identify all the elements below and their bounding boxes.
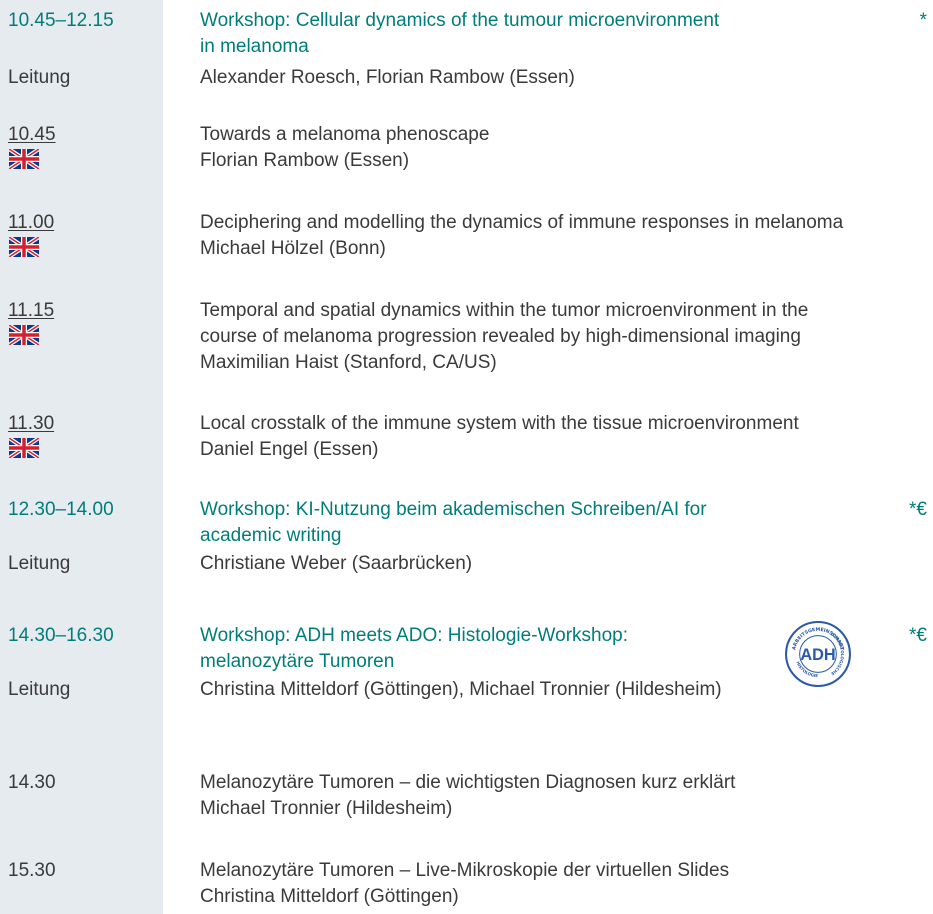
talk-time: 14.30 (8, 772, 56, 793)
uk-flag-icon (9, 438, 39, 458)
uk-flag-icon (9, 325, 39, 345)
session-title: Workshop: ADH meets ADO: Histologie-Work… (200, 625, 629, 646)
talk-title: Temporal and spatial dynamics within the… (200, 300, 809, 321)
session-marker: * (919, 10, 927, 31)
session-title: Workshop: KI-Nutzung beim akademischen S… (200, 499, 707, 520)
talk-time: 11.00 (8, 212, 55, 233)
lead-label: Leitung (8, 679, 71, 700)
talk-title: Local crosstalk of the immune system wit… (200, 413, 799, 434)
talk-time: 11.30 (8, 413, 55, 434)
talk-title: Melanozytäre Tumoren – Live-Mikroskopie … (200, 860, 730, 881)
uk-flag-icon (9, 237, 39, 257)
session-title-continued: melanozytäre Tumoren (200, 651, 395, 672)
talk-speaker: Florian Rambow (Essen) (200, 150, 410, 171)
talk-time: 15.30 (8, 860, 56, 881)
lead-label: Leitung (8, 67, 71, 88)
session-time: 14.30–16.30 (8, 625, 114, 646)
session-marker: *€ (909, 625, 927, 646)
talk-title: Melanozytäre Tumoren – die wichtigsten D… (200, 772, 736, 793)
session-time: 12.30–14.00 (8, 499, 114, 520)
talk-time: 11.15 (8, 300, 55, 321)
lead-names: Christina Mitteldorf (Göttingen), Michae… (200, 679, 722, 700)
session-title: Workshop: Cellular dynamics of the tumou… (200, 10, 720, 31)
lead-names: Alexander Roesch, Florian Rambow (Essen) (200, 67, 575, 88)
talk-speaker: Michael Tronnier (Hildesheim) (200, 798, 453, 819)
session-title-continued: academic writing (200, 525, 342, 546)
talk-title: Towards a melanoma phenoscape (200, 124, 490, 145)
talk-speaker: Michael Hölzel (Bonn) (200, 238, 386, 259)
uk-flag-icon (9, 149, 39, 169)
talk-time: 10.45 (8, 124, 56, 145)
logo-center-text: ADH (800, 646, 835, 664)
talk-speaker: Daniel Engel (Essen) (200, 439, 379, 460)
talk-title-continued: course of melanoma progression revealed … (200, 326, 801, 347)
adh-logo: ARBEITSGEMEINSCHAFT DERMATOLOGISCHE HIST… (785, 621, 851, 687)
session-marker: *€ (909, 499, 927, 520)
lead-label: Leitung (8, 553, 71, 574)
talk-speaker: Christina Mitteldorf (Göttingen) (200, 886, 459, 907)
talk-speaker: Maximilian Haist (Stanford, CA/US) (200, 352, 497, 373)
lead-names: Christiane Weber (Saarbrücken) (200, 553, 473, 574)
session-title-continued: in melanoma (200, 36, 309, 57)
session-time: 10.45–12.15 (8, 10, 114, 31)
talk-title: Deciphering and modelling the dynamics o… (200, 212, 844, 233)
